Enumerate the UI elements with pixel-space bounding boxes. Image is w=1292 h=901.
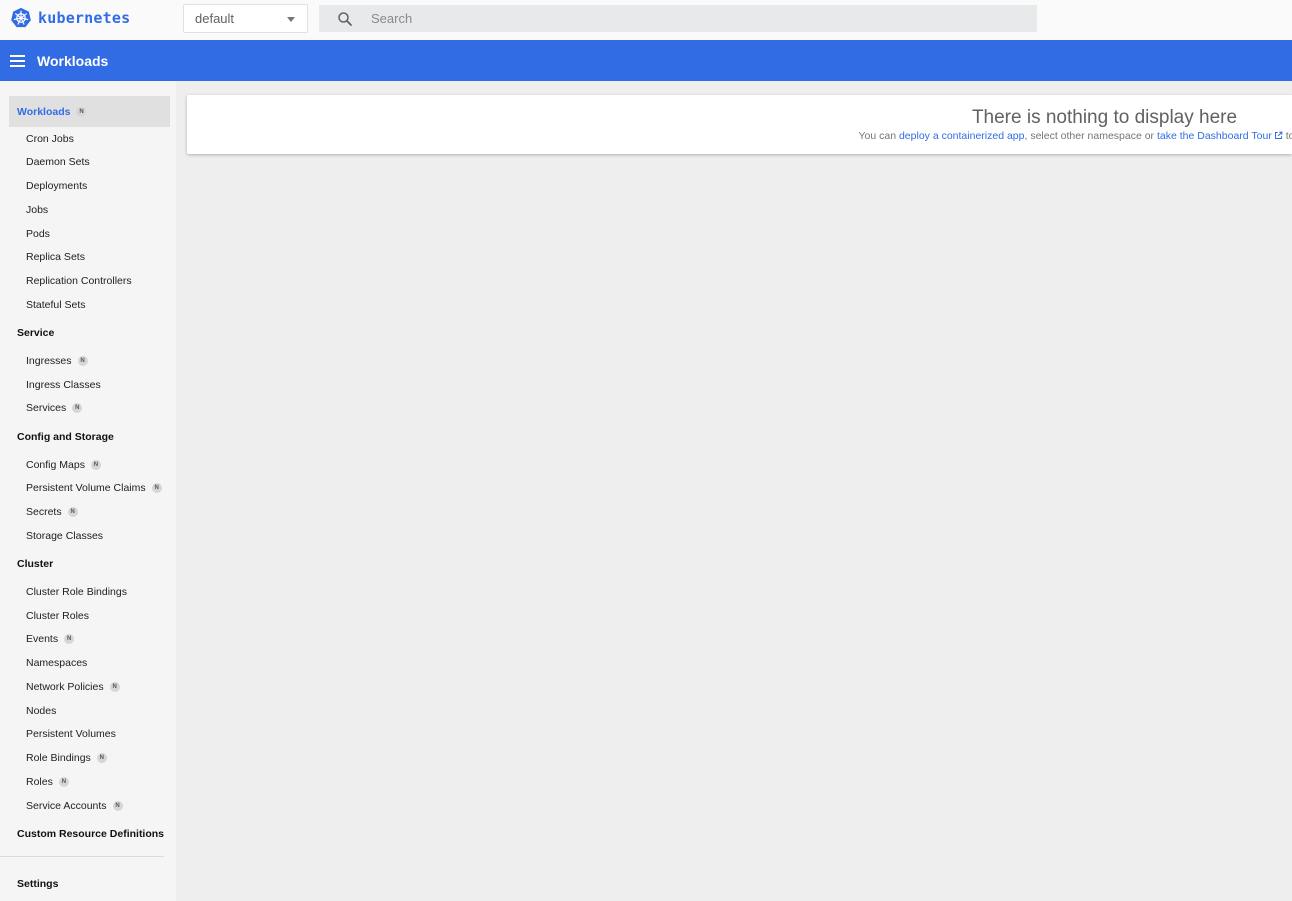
sidebar-section-label: Custom Resource Definitions [17, 828, 165, 840]
sidebar-item-service-accounts[interactable]: Service Accounts N [26, 796, 123, 816]
sidebar-item-secrets[interactable]: Secrets N [26, 502, 78, 522]
sidebar-section-label: Config and Storage [17, 431, 114, 443]
sidebar-section-service[interactable]: Service [0, 321, 54, 345]
sidebar-item-label: Persistent Volume Claims [26, 482, 146, 494]
open-in-new-icon [1274, 131, 1283, 139]
sidebar-item-label: Deployments [26, 180, 88, 192]
sidebar-item-label: Cron Jobs [26, 133, 74, 145]
sidebar-item-label: Config Maps [26, 459, 85, 471]
empty-state-text: , select other namespace or [1024, 130, 1157, 142]
sidebar-item-label: Storage Classes [26, 530, 104, 542]
search-icon [338, 11, 352, 26]
sidebar-section-label: Service [17, 327, 55, 339]
sidebar-item-label: Persistent Volumes [26, 728, 116, 740]
sidebar-item-nodes[interactable]: Nodes [26, 701, 56, 721]
sidebar-item-daemon-sets[interactable]: Daemon Sets [26, 152, 90, 172]
sidebar-item-label: Role Bindings [26, 752, 91, 764]
sidebar-item-label: Network Policies [26, 681, 104, 693]
sidebar-item-namespaces[interactable]: Namespaces [26, 653, 87, 673]
namespaced-badge: N [58, 777, 69, 787]
namespaced-badge: N [77, 356, 88, 366]
dashboard-tour-link-label: take the Dashboard Tour [1156, 130, 1272, 142]
sidebar-item-label: Events [26, 633, 59, 645]
sidebar-item-label: Jobs [26, 204, 49, 216]
sidebar-item-events[interactable]: Events N [26, 629, 75, 649]
sidebar-item-label: Cluster Roles [26, 610, 90, 622]
search-input[interactable] [371, 11, 1011, 26]
brand[interactable]: kubernetes [10, 7, 130, 29]
top-bar: kubernetes default [0, 0, 1292, 40]
sidebar-item-config-maps[interactable]: Config Maps N [26, 455, 101, 475]
sidebar-item-cron-jobs[interactable]: Cron Jobs [26, 129, 74, 149]
namespaced-badge: N [109, 682, 120, 692]
sidebar-item-cluster-roles[interactable]: Cluster Roles [26, 606, 89, 626]
sidebar-item-network-policies[interactable]: Network Policies N [26, 677, 120, 697]
sidebar-item-label: Replica Sets [26, 251, 85, 263]
sidebar-item-role-bindings[interactable]: Role Bindings N [26, 748, 107, 768]
sidebar-item-replica-sets[interactable]: Replica Sets [26, 247, 85, 267]
empty-state-title: There is nothing to display here [971, 107, 1238, 128]
namespaced-badge: N [72, 403, 83, 413]
sidebar-item-label: Services [26, 402, 67, 414]
sidebar-item-label: Service Accounts [26, 800, 107, 812]
sidebar-section-label: Cluster [17, 558, 54, 570]
empty-state-text: to learn more. [1285, 130, 1292, 142]
app-bar: Workloads [0, 40, 1292, 81]
sidebar-section-custom-resource-definitions[interactable]: Custom Resource Definitions [0, 822, 164, 846]
namespace-selected-value: default [195, 11, 235, 26]
sidebar-item-label: Stateful Sets [26, 299, 86, 311]
sidebar-section-config-and-storage[interactable]: Config and Storage [0, 425, 114, 449]
search-bar[interactable] [319, 5, 1037, 32]
namespaced-badge: N [67, 507, 78, 517]
sidebar-item-cluster-role-bindings[interactable]: Cluster Role Bindings [26, 582, 127, 602]
sidebar-item-persistent-volume-claims[interactable]: Persistent Volume Claims N [26, 478, 162, 498]
empty-state-text: You can [858, 130, 899, 142]
namespaced-badge: N [151, 483, 162, 493]
namespaced-badge: N [76, 106, 87, 117]
namespaced-badge: N [96, 753, 107, 763]
sidebar-divider [0, 856, 164, 857]
dashboard-tour-link[interactable]: take the Dashboard Tour [1157, 130, 1283, 142]
sidebar-item-replication-controllers[interactable]: Replication Controllers [26, 271, 132, 291]
sidebar-item-label: Pods [26, 228, 50, 240]
sidebar-section-settings[interactable]: Settings [0, 872, 58, 896]
sidebar-section-label: Workloads [17, 105, 71, 118]
sidebar-item-label: Cluster Role Bindings [26, 586, 127, 598]
sidebar-item-label: Namespaces [26, 657, 88, 669]
sidebar-item-label: Daemon Sets [26, 156, 90, 168]
deploy-app-link[interactable]: deploy a containerized app [899, 130, 1025, 142]
namespaced-badge: N [64, 634, 75, 644]
sidebar-item-deployments[interactable]: Deployments [26, 176, 87, 196]
empty-state-card: There is nothing to display here You can… [187, 95, 1292, 154]
sidebar-item-label: Ingress Classes [26, 379, 101, 391]
sidebar-item-jobs[interactable]: Jobs [26, 200, 48, 220]
sidebar-item-stateful-sets[interactable]: Stateful Sets [26, 295, 86, 315]
sidebar-section-workloads[interactable]: Workloads N [9, 96, 170, 127]
sidebar-item-label: Replication Controllers [26, 275, 132, 287]
sidebar-section-cluster[interactable]: Cluster [0, 552, 53, 576]
namespace-select[interactable]: default [183, 4, 308, 33]
hamburger-menu-icon[interactable] [10, 54, 25, 67]
sidebar-item-services[interactable]: Services N [26, 398, 83, 418]
sidebar-nav: Workloads N Cron Jobs Daemon Sets Deploy… [0, 81, 176, 901]
sidebar-item-label: Ingresses [26, 355, 72, 367]
namespaced-badge: N [112, 801, 123, 811]
sidebar-item-label: Nodes [26, 705, 57, 717]
sidebar-item-ingresses[interactable]: Ingresses N [26, 351, 88, 371]
page-title: Workloads [37, 52, 109, 69]
sidebar-section-label: Settings [17, 878, 59, 890]
sidebar-item-pods[interactable]: Pods [26, 224, 50, 244]
sidebar-item-storage-classes[interactable]: Storage Classes [26, 526, 103, 546]
kubernetes-logo-icon [11, 7, 31, 28]
sidebar-item-label: Roles [26, 776, 53, 788]
sidebar-item-ingress-classes[interactable]: Ingress Classes [26, 375, 101, 395]
empty-state-message: You can deploy a containerized app, sele… [187, 130, 1292, 142]
sidebar-item-roles[interactable]: Roles N [26, 772, 69, 792]
brand-name: kubernetes [38, 9, 131, 27]
namespaced-badge: N [90, 460, 101, 470]
sidebar-item-persistent-volumes[interactable]: Persistent Volumes [26, 724, 116, 744]
caret-down-icon [287, 17, 295, 22]
sidebar-item-label: Secrets [26, 506, 62, 518]
